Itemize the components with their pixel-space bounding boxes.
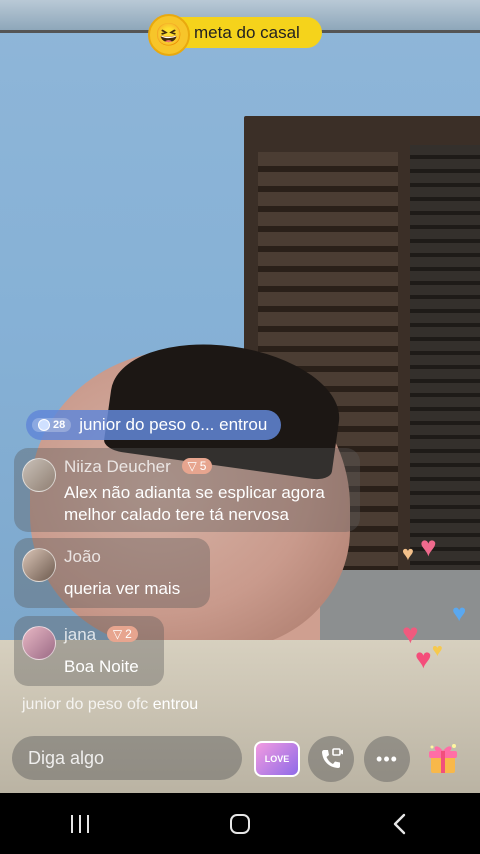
chat-username: João bbox=[64, 547, 101, 566]
chat-username-text: Niiza Deucher bbox=[64, 457, 171, 476]
chat-message[interactable]: João queria ver mais bbox=[14, 538, 210, 608]
system-nav-bar bbox=[0, 793, 480, 854]
goal-label: meta do casal bbox=[194, 22, 300, 42]
entry-notice: junior do peso ofc entrou bbox=[22, 696, 198, 714]
join-banner: 28 junior do peso o... entrou bbox=[26, 410, 282, 440]
avatar[interactable] bbox=[22, 548, 56, 582]
fan-badge: ▽ 5 bbox=[181, 458, 213, 474]
laughing-emoji-icon: 😆 bbox=[148, 14, 190, 56]
chat-text-line-1: Boa Noite bbox=[64, 657, 139, 676]
avatar[interactable] bbox=[22, 458, 56, 492]
gift-icon bbox=[429, 744, 457, 773]
chat-username: jana ▽ 2 bbox=[64, 625, 138, 645]
love-badge-icon: LOVE bbox=[254, 741, 300, 777]
fan-badge: ▽ 2 bbox=[106, 626, 138, 642]
chat-username: Niiza Deucher ▽ 5 bbox=[64, 457, 213, 477]
video-call-icon bbox=[322, 748, 343, 768]
heart-icon: ♥ bbox=[432, 640, 443, 660]
chat-message[interactable]: jana ▽ 2 Boa Noite bbox=[14, 616, 164, 686]
video-call-button[interactable] bbox=[308, 736, 354, 782]
home-icon bbox=[230, 813, 250, 834]
avatar[interactable] bbox=[22, 626, 56, 660]
chat-message[interactable]: Niiza Deucher ▽ 5 Alex não adianta se es… bbox=[14, 448, 360, 532]
level-badge: 28 bbox=[32, 418, 72, 432]
heart-icon: ♥ bbox=[402, 543, 414, 565]
more-options-button[interactable]: ••• bbox=[364, 736, 410, 782]
gift-button[interactable] bbox=[420, 736, 466, 782]
more-dots-icon: ••• bbox=[376, 748, 398, 769]
badge-level: 5 bbox=[199, 459, 207, 473]
chat-username-text: jana bbox=[64, 625, 97, 644]
entry-user: junior do peso ofc bbox=[22, 696, 149, 713]
recent-apps-icon bbox=[71, 814, 89, 833]
love-effect-button[interactable]: LOVE bbox=[254, 736, 300, 782]
comment-input[interactable] bbox=[12, 736, 242, 780]
recent-apps-button[interactable] bbox=[50, 804, 110, 844]
chat-text-line-2: melhor calado tere tá nervosa bbox=[64, 505, 289, 524]
heart-icon: ♥ bbox=[420, 531, 437, 562]
badge-level: 2 bbox=[125, 627, 132, 641]
window-bars bbox=[410, 145, 480, 585]
heart-icon: ♥ bbox=[415, 643, 432, 674]
entry-action: entrou bbox=[152, 696, 199, 713]
chat-text-line-1: queria ver mais bbox=[64, 579, 181, 598]
cup-icon: ▽ bbox=[187, 459, 197, 473]
goal-pill[interactable]: 😆 meta do casal bbox=[148, 14, 322, 56]
back-button[interactable] bbox=[370, 804, 430, 844]
home-button[interactable] bbox=[210, 804, 270, 844]
level-number: 28 bbox=[53, 419, 66, 431]
chat-text-line-1: Alex não adianta se esplicar agora bbox=[64, 483, 325, 502]
heart-icon: ♥ bbox=[452, 600, 467, 627]
back-icon bbox=[393, 813, 406, 834]
cup-icon: ▽ bbox=[112, 627, 123, 641]
join-text: junior do peso o... entrou bbox=[79, 415, 268, 434]
level-icon bbox=[38, 419, 50, 431]
